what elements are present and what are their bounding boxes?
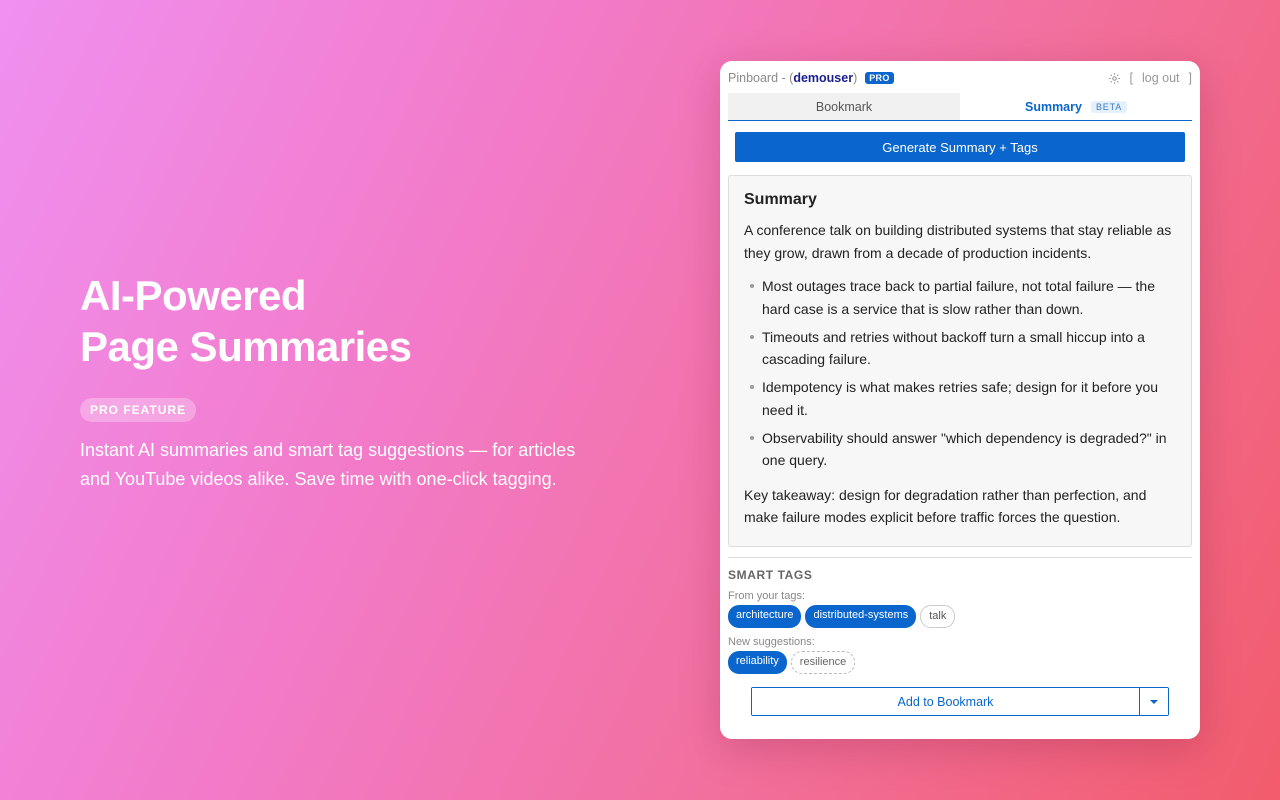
pro-badge: PRO bbox=[865, 72, 894, 84]
hero-section: AI-Powered Page Summaries PRO FEATURE In… bbox=[80, 270, 600, 493]
tab-bookmark[interactable]: Bookmark bbox=[728, 93, 960, 120]
app-name: Pinboard - ( bbox=[728, 71, 794, 85]
generate-summary-button[interactable]: Generate Summary + Tags bbox=[735, 132, 1185, 162]
tag-chip-distributed-systems[interactable]: distributed-systems bbox=[805, 605, 917, 628]
hero-title: AI-Powered Page Summaries bbox=[80, 270, 600, 372]
add-to-bookmark-button[interactable]: Add to Bookmark bbox=[752, 688, 1139, 715]
existing-tags-list: architecture distributed-systems talk bbox=[728, 605, 1192, 628]
logout-link[interactable]: log out bbox=[1142, 71, 1180, 85]
divider bbox=[728, 557, 1192, 558]
tab-summary[interactable]: Summary BETA bbox=[960, 93, 1192, 120]
beta-badge: BETA bbox=[1090, 100, 1128, 113]
summary-point: Most outages trace back to partial failu… bbox=[744, 275, 1176, 320]
popup-tabs: Bookmark Summary BETA bbox=[728, 93, 1192, 121]
summary-point: Idempotency is what makes retries safe; … bbox=[744, 376, 1176, 421]
tag-chip-resilience[interactable]: resilience bbox=[790, 651, 856, 674]
extension-popup: Pinboard - ( demouser ) PRO [ log out ] … bbox=[720, 61, 1200, 739]
tag-chip-reliability[interactable]: reliability bbox=[728, 651, 787, 674]
hero-title-line-2: Page Summaries bbox=[80, 323, 412, 370]
pro-feature-badge: PRO FEATURE bbox=[80, 398, 197, 422]
tab-bookmark-label: Bookmark bbox=[815, 99, 873, 114]
summary-point: Timeouts and retries without backoff tur… bbox=[744, 326, 1176, 371]
hero-title-line-1: AI-Powered bbox=[80, 272, 307, 319]
popup-header: Pinboard - ( demouser ) PRO [ log out ] bbox=[728, 61, 1192, 93]
bracket-close: ] bbox=[1188, 71, 1192, 85]
gear-icon[interactable] bbox=[1108, 72, 1121, 85]
suggested-tags-list: reliability resilience bbox=[728, 651, 1192, 674]
summary-intro: A conference talk on building distribute… bbox=[744, 222, 1172, 261]
username-link[interactable]: demouser bbox=[793, 71, 853, 85]
tab-summary-label: Summary bbox=[1024, 99, 1082, 114]
summary-points: Most outages trace back to partial failu… bbox=[744, 275, 1176, 472]
account-info: Pinboard - ( demouser ) PRO bbox=[728, 71, 894, 85]
summary-takeaway: Key takeaway: design for degradation rat… bbox=[744, 486, 1147, 526]
tag-chip-architecture[interactable]: architecture bbox=[728, 605, 802, 628]
bracket-open: [ bbox=[1129, 71, 1133, 85]
header-actions: [ log out ] bbox=[1108, 71, 1192, 85]
hero-description: Instant AI summaries and smart tag sugge… bbox=[80, 440, 576, 489]
chevron-down-icon bbox=[1150, 699, 1158, 704]
tag-chip-talk[interactable]: talk bbox=[920, 605, 956, 628]
from-your-tags-label: From your tags: bbox=[728, 590, 806, 602]
smart-tags-section: SMART TAGS From your tags: architecture … bbox=[728, 568, 1192, 674]
summary-point: Observability should answer "which depen… bbox=[744, 427, 1176, 472]
summary-panel: Summary A conference talk on building di… bbox=[728, 175, 1192, 547]
smart-tags-title: SMART TAGS bbox=[728, 568, 813, 582]
add-bookmark-split-button: Add to Bookmark bbox=[751, 687, 1169, 716]
app-name-close: ) bbox=[853, 71, 858, 85]
new-suggestions-label: New suggestions: bbox=[728, 636, 815, 648]
summary-heading: Summary bbox=[744, 191, 817, 208]
add-options-dropdown[interactable] bbox=[1139, 688, 1168, 715]
